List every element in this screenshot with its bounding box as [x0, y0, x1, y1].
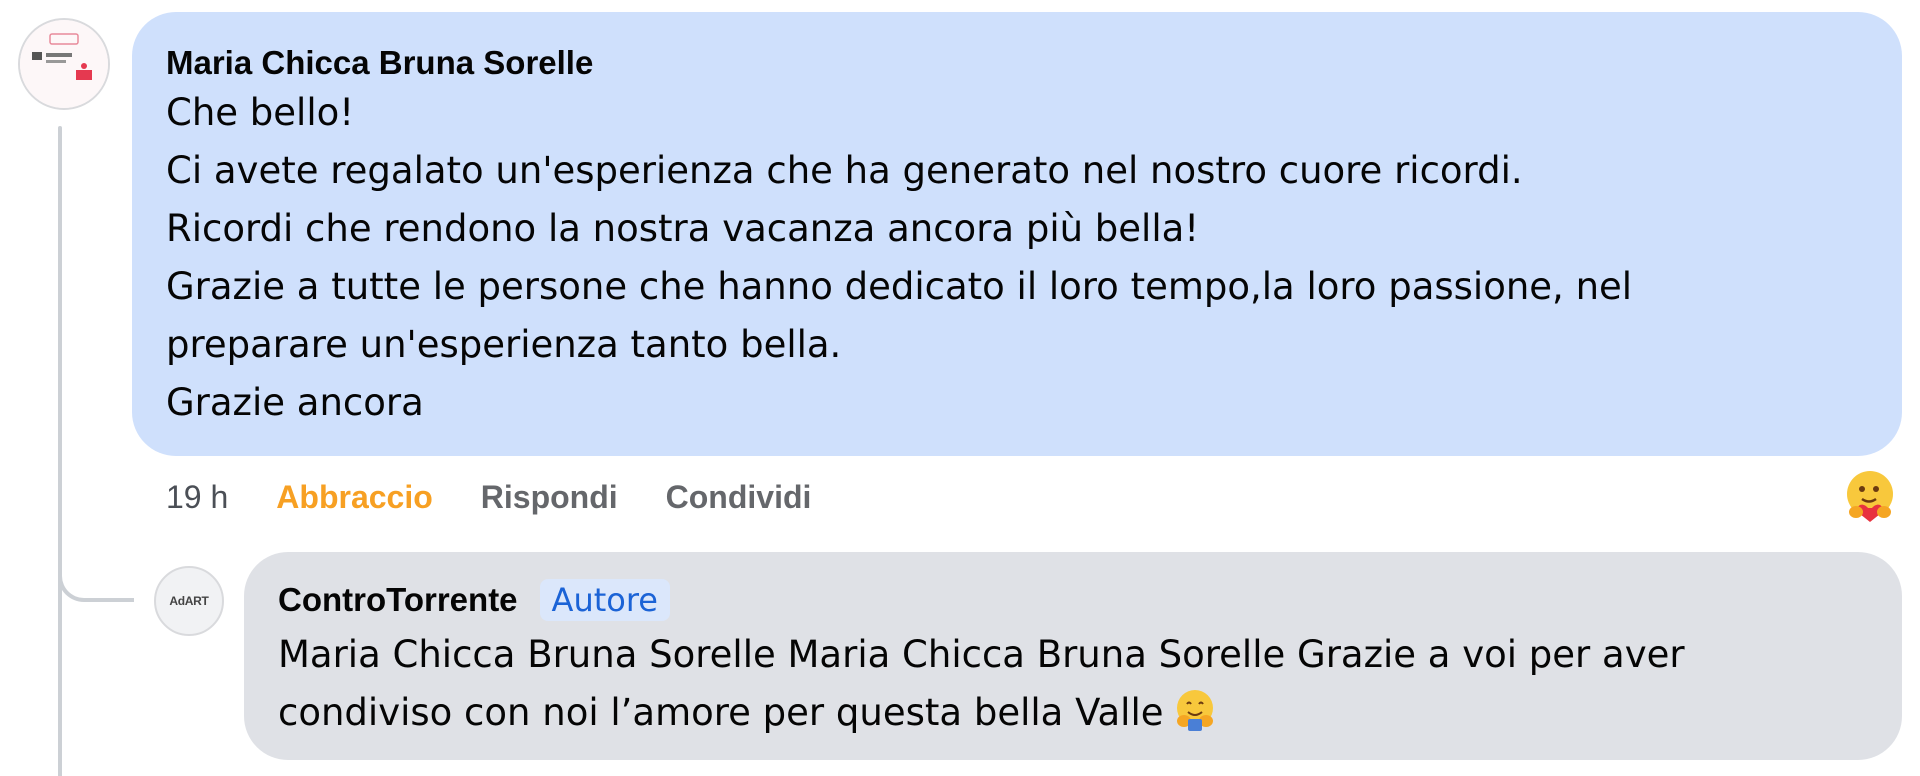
- avatar-graphic-icon: [20, 20, 108, 108]
- share-button[interactable]: Condividi: [666, 479, 812, 516]
- reply-header: ControTorrente Autore: [278, 574, 1868, 626]
- commenter-avatar[interactable]: [18, 18, 110, 110]
- comment-timestamp[interactable]: 19 h: [166, 479, 228, 516]
- comment-thread: Maria Chicca Bruna Sorelle Che bello! Ci…: [0, 0, 1920, 776]
- comment-bubble: Maria Chicca Bruna Sorelle Che bello! Ci…: [132, 12, 1902, 456]
- react-button[interactable]: Abbraccio: [276, 479, 432, 516]
- comment-author-name[interactable]: Maria Chicca Bruna Sorelle: [166, 42, 1868, 84]
- reply-text-line: Maria Chicca Bruna Sorelle Maria Chicca …: [278, 633, 1685, 676]
- comment-text-line: Grazie a tutte le persone che hanno dedi…: [166, 265, 1633, 308]
- comment-actions: 19 h Abbraccio Rispondi Condividi: [166, 472, 859, 522]
- care-hug-icon[interactable]: [1842, 468, 1898, 524]
- comment-text-line: Grazie ancora: [166, 381, 424, 424]
- comment-text-line: Che bello!: [166, 91, 355, 134]
- reply-text-line: condiviso con noi l’amore per questa bel…: [278, 684, 1868, 750]
- reply-text-line-content: condiviso con noi l’amore per questa bel…: [278, 691, 1164, 734]
- reply-author-name[interactable]: ControTorrente: [278, 581, 518, 619]
- reply-bubble: ControTorrente Autore Maria Chicca Bruna…: [244, 552, 1902, 760]
- comment-text-line: Ci avete regalato un'esperienza che ha g…: [166, 149, 1523, 192]
- comment-text-line: Ricordi che rendono la nostra vacanza an…: [166, 207, 1200, 250]
- thread-connector-line: [58, 126, 62, 776]
- author-badge: Autore: [539, 579, 670, 621]
- comment-text-line: preparare un'esperienza tanto bella.: [166, 323, 842, 366]
- hugging-face-icon: [1172, 687, 1218, 750]
- reply-connector-line: [58, 560, 134, 602]
- reply-author-avatar[interactable]: AdART: [154, 566, 224, 636]
- reply-button[interactable]: Rispondi: [481, 479, 618, 516]
- avatar-text: AdART: [169, 594, 209, 608]
